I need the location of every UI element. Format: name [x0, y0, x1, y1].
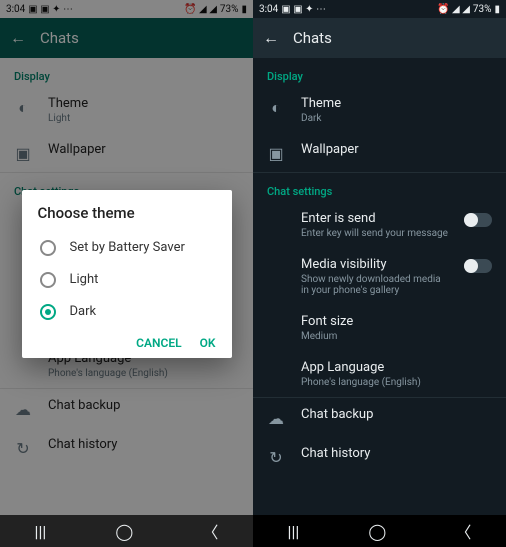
- chat-history-row[interactable]: ↻ Chat history: [253, 437, 506, 476]
- radio-icon: [40, 272, 56, 288]
- backup-icon: ☁: [267, 409, 285, 428]
- battery-pct: 73%: [473, 4, 492, 15]
- enter-is-send-title: Enter is send: [301, 211, 448, 226]
- section-chat-settings: Chat settings: [253, 173, 506, 202]
- theme-option-dark[interactable]: Dark: [38, 296, 216, 328]
- theme-title: Theme: [301, 96, 492, 111]
- status-icons-left: ▣ ▣ ✦ ⋯: [281, 4, 326, 15]
- theme-row[interactable]: ◐ Theme Dark: [253, 87, 506, 133]
- dialog-scrim[interactable]: Choose theme Set by Battery Saver Light …: [0, 0, 253, 547]
- nav-bar: ||| ◯ 〈: [0, 515, 253, 547]
- wallpaper-icon: ▣: [267, 144, 285, 163]
- nav-bar: ||| ◯ 〈: [253, 515, 506, 547]
- chat-backup-row[interactable]: ☁ Chat backup: [253, 398, 506, 437]
- option-label: Dark: [70, 304, 97, 319]
- ok-button[interactable]: OK: [200, 336, 216, 350]
- enter-is-send-sub: Enter key will send your message: [301, 228, 448, 239]
- app-bar: ← Chats: [253, 18, 506, 58]
- wallpaper-row[interactable]: ▣ Wallpaper: [253, 133, 506, 172]
- nav-home-icon[interactable]: ◯: [368, 522, 386, 541]
- wallpaper-title: Wallpaper: [301, 142, 492, 157]
- nav-back-icon[interactable]: 〈: [455, 519, 471, 543]
- nav-recents-icon[interactable]: |||: [35, 522, 47, 541]
- media-visibility-title: Media visibility: [301, 257, 448, 272]
- dialog-title: Choose theme: [38, 204, 216, 222]
- app-language-row[interactable]: App Language Phone's language (English): [253, 351, 506, 397]
- chat-history-title: Chat history: [301, 446, 492, 461]
- status-icons-right: ⏰ ◢ ◢: [437, 4, 470, 15]
- nav-back-icon[interactable]: 〈: [202, 519, 218, 543]
- clock: 3:04: [259, 4, 278, 15]
- status-bar: 3:04 ▣ ▣ ✦ ⋯ ⏰ ◢ ◢ 73% ▮: [253, 0, 506, 18]
- appbar-title: Chats: [293, 29, 332, 47]
- media-visibility-sub: Show newly downloaded media in your phon…: [301, 274, 448, 296]
- option-label: Set by Battery Saver: [70, 240, 185, 255]
- nav-recents-icon[interactable]: |||: [288, 522, 300, 541]
- theme-value: Dark: [301, 113, 492, 124]
- radio-icon-selected: [40, 304, 56, 320]
- battery-icon: ▮: [494, 4, 500, 15]
- chat-backup-title: Chat backup: [301, 407, 492, 422]
- phone-right-dark: 3:04 ▣ ▣ ✦ ⋯ ⏰ ◢ ◢ 73% ▮ ← Chats Display…: [253, 0, 506, 547]
- media-visibility-toggle[interactable]: [464, 259, 492, 273]
- cancel-button[interactable]: CANCEL: [136, 336, 181, 350]
- section-display: Display: [253, 58, 506, 87]
- nav-home-icon[interactable]: ◯: [115, 522, 133, 541]
- font-size-title: Font size: [301, 314, 492, 329]
- settings-list: Display ◐ Theme Dark ▣ Wallpaper Chat se…: [253, 58, 506, 476]
- history-icon: ↻: [267, 448, 285, 467]
- back-icon[interactable]: ←: [263, 28, 279, 48]
- option-label: Light: [70, 272, 99, 287]
- phone-left-light: 3:04 ▣ ▣ ✦ ⋯ ⏰ ◢ ◢ 73% ▮ ← Chats Display…: [0, 0, 253, 547]
- radio-icon: [40, 240, 56, 256]
- media-visibility-row[interactable]: Media visibility Show newly downloaded m…: [253, 248, 506, 305]
- font-size-row[interactable]: Font size Medium: [253, 305, 506, 351]
- font-size-value: Medium: [301, 331, 492, 342]
- enter-is-send-toggle[interactable]: [464, 213, 492, 227]
- theme-icon: ◐: [267, 98, 285, 118]
- app-language-title: App Language: [301, 360, 492, 375]
- enter-is-send-row[interactable]: Enter is send Enter key will send your m…: [253, 202, 506, 248]
- app-language-value: Phone's language (English): [301, 377, 492, 388]
- theme-option-battery-saver[interactable]: Set by Battery Saver: [38, 232, 216, 264]
- theme-dialog: Choose theme Set by Battery Saver Light …: [22, 190, 232, 358]
- theme-option-light[interactable]: Light: [38, 264, 216, 296]
